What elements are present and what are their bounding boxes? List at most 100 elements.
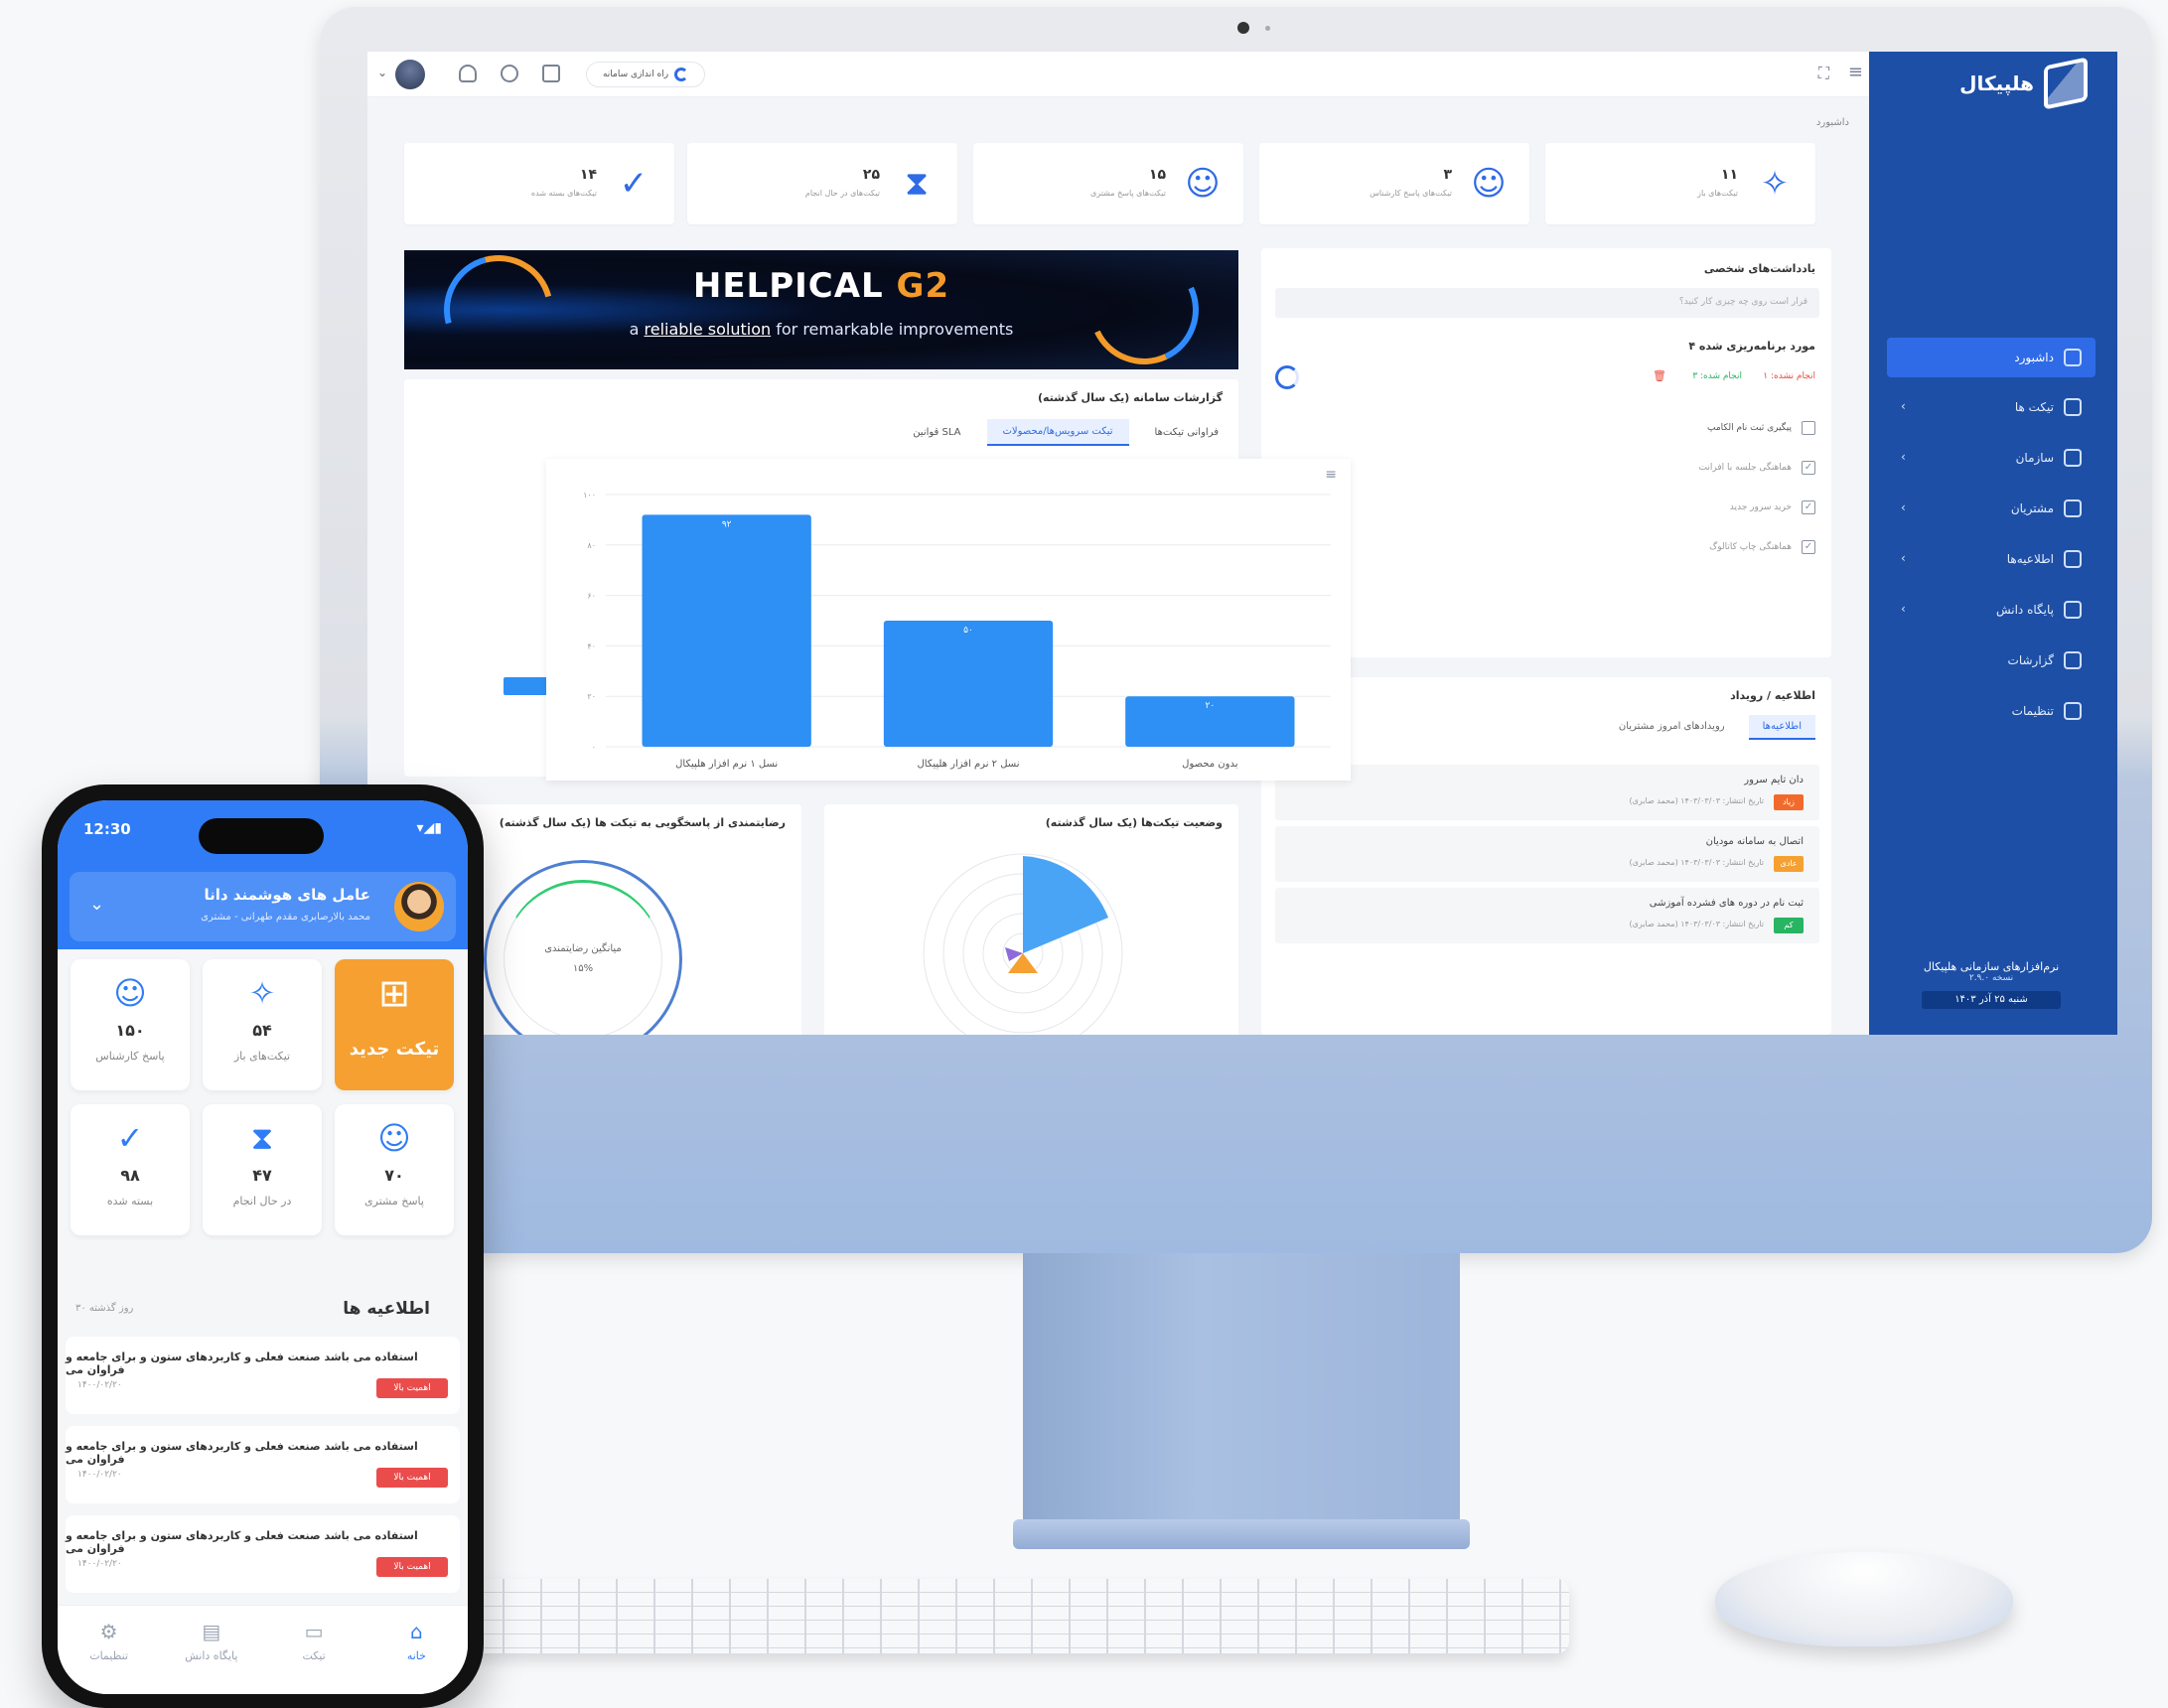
status-polar-chart <box>923 853 1123 1035</box>
todo-item[interactable]: هماهنگی جلسه با افرانت ✓ <box>1518 457 1815 479</box>
fullscreen-icon[interactable]: ⛶ <box>1818 64 1829 83</box>
note-input[interactable]: قرار است روی چه چیزی کار کنید؟ <box>1275 288 1819 318</box>
announcement-meta: تاریخ انتشار: ۱۴۰۳/۰۳/۰۳ (محمد صابری) <box>1629 858 1765 867</box>
card-label: بسته شده <box>106 1195 154 1208</box>
menu-icon[interactable]: ≡ <box>1848 62 1863 82</box>
tab-sla[interactable]: قوانین SLA <box>913 427 960 438</box>
checkbox[interactable]: ✓ <box>1802 540 1815 554</box>
nav-label: پایگاه دانش <box>185 1649 238 1662</box>
sidebar-item-label: گزارشات <box>2007 653 2054 667</box>
ticket-add-icon: ✧ <box>248 974 276 1012</box>
nav-label: تیکت <box>302 1649 326 1662</box>
todo-item[interactable]: هماهنگی چاپ کاتالوگ ✓ <box>1518 536 1815 558</box>
checkbox[interactable] <box>1802 421 1815 435</box>
satisfaction-label: میانگین رضایتمندی <box>544 943 622 954</box>
card-agent-reply[interactable]: ☺ ۱۵۰ پاسخ کارشناس <box>71 959 190 1090</box>
nav-settings[interactable]: ⚙ تنظیمات <box>58 1606 160 1694</box>
news-item[interactable]: استفاده می باشد صنعت فعلی و کاربردهای ست… <box>66 1337 460 1414</box>
tagline-link[interactable]: reliable solution <box>645 320 772 339</box>
sidebar-item-customers[interactable]: ‹ مشتریان <box>1887 489 2096 528</box>
bell-icon[interactable] <box>459 65 477 82</box>
stat-customer-reply[interactable]: ۱۵ تیکت‌های پاسخ مشتری ☺ <box>973 143 1243 224</box>
todo-text: هماهنگی چاپ کاتالوگ <box>1709 542 1792 552</box>
x-tick-label: نسل ۱ نرم افزار هلپیکال <box>675 759 778 770</box>
book-icon: ▤ <box>202 1620 221 1643</box>
news-item[interactable]: استفاده می باشد صنعت فعلی و کاربردهای ست… <box>66 1426 460 1503</box>
nav-home[interactable]: ⌂ خانه <box>365 1606 468 1694</box>
user-card[interactable]: عامل های هوشمند دانا محمد بالارصابری مقد… <box>70 872 456 941</box>
stat-open[interactable]: ۱۱ تیکت‌های باز ✧ <box>1545 143 1815 224</box>
todo-item[interactable]: پیگیری ثبت نام الکامپ <box>1518 417 1815 439</box>
stat-in-progress[interactable]: ۲۵ تیکت‌های در حال انجام ⧗ <box>687 143 957 224</box>
card-open-tickets[interactable]: ✧ ۵۴ تیکت‌های باز <box>203 959 322 1090</box>
sidebar-item-settings[interactable]: تنظیمات <box>1887 691 2096 731</box>
users-icon <box>2064 499 2082 517</box>
news-title: اطلاعیه ها <box>343 1299 430 1319</box>
card-customer-reply[interactable]: ☺ ۷۰ پاسخ مشتری <box>335 1104 454 1235</box>
promo-banner[interactable]: HELPICAL G2 a reliable solution for rema… <box>404 250 1238 369</box>
tab-services[interactable]: تیکت سرویس‌ها/محصولات <box>986 419 1129 446</box>
tab-customer-events[interactable]: رویدادهای امروز مشتریان <box>1619 715 1725 740</box>
news-text: استفاده می باشد صنعت فعلی و کاربردهای ست… <box>66 1440 418 1466</box>
tab-announcements[interactable]: اطلاعیه‌ها <box>1748 715 1815 740</box>
news-item[interactable]: استفاده می باشد صنعت فعلی و کاربردهای ست… <box>66 1515 460 1593</box>
breadcrumb: داشبورد <box>1815 117 1849 128</box>
bar <box>642 514 811 747</box>
stat-closed[interactable]: ۱۴ تیکت‌های بسته شده ✓ <box>404 143 674 224</box>
knowledge-icon <box>2064 601 2082 619</box>
sidebar-item-tickets[interactable]: ‹ تیکت ها <box>1887 387 2096 427</box>
setup-button[interactable]: راه اندازی سامانه <box>586 62 705 87</box>
bottom-nav: ⚙ تنظیمات ▤ پایگاه دانش ▭ تیکت ⌂ خانه <box>58 1605 468 1694</box>
chevron-down-icon[interactable]: ⌄ <box>89 894 104 915</box>
card-value: ۴۷ <box>252 1166 272 1185</box>
imac-stand-base <box>1013 1519 1470 1549</box>
scheduled-title: ۴ مورد برنامه‌ریزی شده <box>1688 340 1815 353</box>
chevron-left-icon: ‹ <box>1901 399 1906 413</box>
sidebar-item-label: تیکت ها <box>2014 400 2054 414</box>
imac-stand <box>1023 1253 1460 1541</box>
announcement-item[interactable]: دان تایم سرور تاریخ انتشار: ۱۴۰۳/۰۳/۰۳ (م… <box>1275 765 1819 820</box>
services-bar-chart: ≡ ۰ ۲۰ ۴۰ ۶۰ ۸۰ ۱۰۰ ۹۲ نسل ۱ نرم افزار هلپیکال ۵… <box>546 459 1351 781</box>
avatar[interactable] <box>395 60 425 89</box>
done-count: انجام شده: ۳ <box>1692 371 1742 381</box>
status-time: 12:30 <box>83 820 131 838</box>
satisfaction-title: رضایتمندی از پاسخگویی به تیکت ها (یک سال… <box>499 816 786 829</box>
stat-value: ۱۵ <box>1148 167 1166 183</box>
phone-frame: 12:30 ▾◢▮ عامل های هوشمند دانا محمد بالا… <box>42 784 484 1708</box>
satisfaction-value: ۱۵% <box>572 963 594 974</box>
new-ticket-button[interactable]: ⊞ تیکت جدید <box>335 959 454 1090</box>
card-closed[interactable]: ✓ ۹۸ بسته شده <box>71 1104 190 1235</box>
chart-menu-icon[interactable]: ≡ <box>1325 467 1337 483</box>
sidebar-item-announcements[interactable]: ‹ اطلاعیه‌ها <box>1887 539 2096 579</box>
card-in-progress[interactable]: ⧗ ۴۷ در حال انجام <box>203 1104 322 1235</box>
chevron-left-icon: ‹ <box>1901 500 1906 514</box>
info-icon[interactable] <box>501 65 518 82</box>
checkbox[interactable]: ✓ <box>1802 461 1815 475</box>
megaphone-icon <box>2064 550 2082 568</box>
priority-badge: کم <box>1774 918 1804 933</box>
chevron-down-icon[interactable]: ⌄ <box>377 66 387 79</box>
announcement-item[interactable]: ثبت نام در دوره های فشرده آموزشی تاریخ ان… <box>1275 888 1819 943</box>
nav-knowledge[interactable]: ▤ پایگاه دانش <box>160 1606 262 1694</box>
sidebar-item-organization[interactable]: ‹ سازمان <box>1887 438 2096 478</box>
priority-badge: اهمیت بالا <box>376 1557 448 1577</box>
stat-label: تیکت‌های پاسخ کارشناس <box>1370 189 1452 198</box>
banner-title: HELPICAL G2 <box>404 266 1238 306</box>
nav-ticket[interactable]: ▭ تیکت <box>263 1606 365 1694</box>
report-tabs: قوانین SLA تیکت سرویس‌ها/محصولات فراوانی… <box>913 419 1219 446</box>
todo-item[interactable]: خرید سرور جدید ✓ <box>1518 497 1815 518</box>
sidebar-item-reports[interactable]: گزارشات <box>1887 640 2096 680</box>
checkbox[interactable]: ✓ <box>1802 500 1815 514</box>
brand-logo[interactable]: هلپیکال <box>1959 57 2088 110</box>
announcement-item[interactable]: اتصال به سامانه مودیان تاریخ انتشار: ۱۴۰۳… <box>1275 826 1819 882</box>
sidebar-item-knowledge[interactable]: ‹ پایگاه دانش <box>1887 590 2096 630</box>
hourglass-icon: ⧗ <box>250 1119 274 1157</box>
calendar-icon[interactable] <box>542 65 560 82</box>
progress-icon <box>674 68 689 81</box>
trash-icon[interactable]: 🗑 <box>1653 369 1666 382</box>
sidebar-item-dashboard[interactable]: داشبورد <box>1887 338 2096 377</box>
tab-frequency[interactable]: فراوانی تیکت‌ها <box>1155 427 1219 438</box>
sidebar-item-label: مشتریان <box>2010 501 2054 515</box>
y-tick-label: ۴۰ <box>587 641 596 650</box>
stat-agent-reply[interactable]: ۳ تیکت‌های پاسخ کارشناس ☺ <box>1259 143 1529 224</box>
